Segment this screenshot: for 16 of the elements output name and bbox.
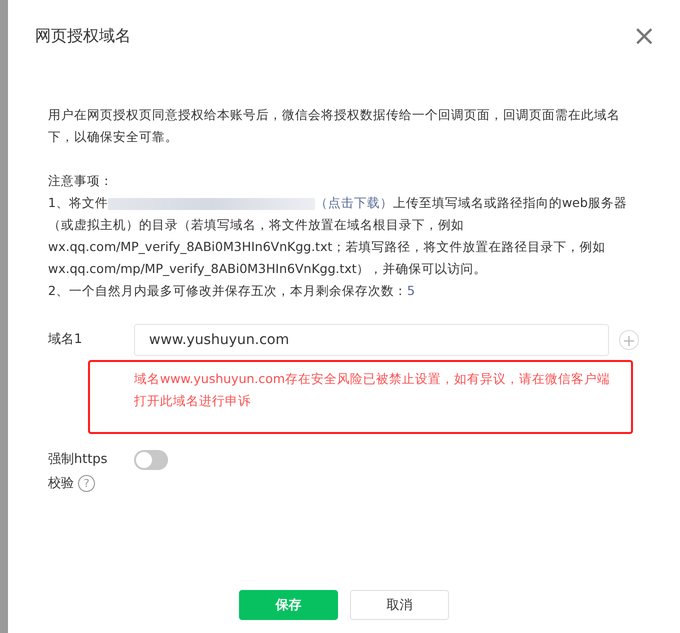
notes-heading: 注意事项： — [48, 172, 114, 190]
domain-input[interactable]: www.yushuyun.com — [134, 324, 609, 356]
note-text: 2、一个自然月内最多可修改并保存五次，本月剩余保存次数：5 — [48, 282, 416, 300]
download-link[interactable]: （点击下载） — [314, 195, 393, 210]
domain-label: 域名1 — [48, 331, 84, 349]
remaining-count: 5 — [406, 283, 415, 298]
close-button[interactable]: × — [632, 24, 656, 48]
dialog-title: 网页授权域名 — [35, 26, 131, 46]
note-text: 1、将文件 （点击下载）上传至填写域名或路径指向的web服务器（或虚拟主机）的目录（若填写域名，将文件放置在域名根目录下，例如wx.qq.com/MP_verify_8ABi0M3HIn6VnKgg.txt；若填写路径，将文件放置在路径目录下，例如wx.qq.com/mp/MP_verify_8ABi0M3HIn6VnKgg.txt），并确保可以访问。 — [48, 194, 628, 278]
error-message: 域名www.yushuyun.com存在安全风险已被禁止设置，如有异议，请在微信客户端打开此域名进行申诉 — [134, 370, 611, 410]
cancel-button[interactable]: 取消 — [350, 590, 449, 620]
https-toggle[interactable] — [134, 450, 168, 470]
https-label: 强制https校验 ? — [48, 451, 108, 494]
help-icon[interactable]: ? — [78, 474, 95, 492]
save-button[interactable]: 保存 — [239, 590, 338, 620]
description-text: 用户在网页授权页同意授权给本账号后，微信会将授权数据传给一个回调页面，回调页面需在此域名下，以确保安全可靠。 — [48, 106, 621, 146]
